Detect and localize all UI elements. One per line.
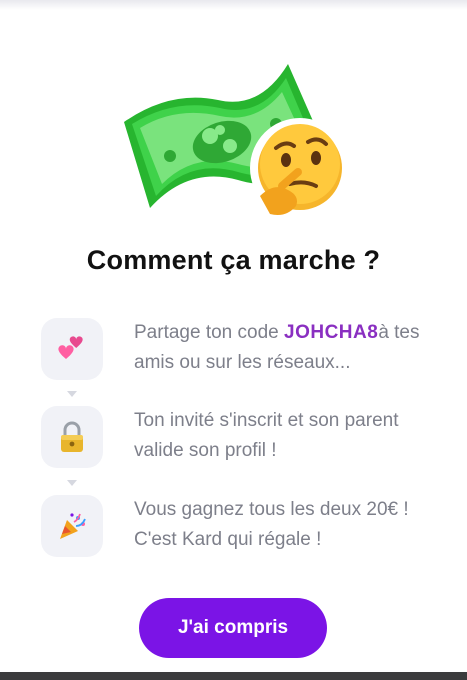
- step-text: Vous gagnez tous les deux 20€ ! C'est Ka…: [134, 499, 409, 550]
- modal-sheet: Comment ça marche ? Partage ton code JOH…: [0, 0, 467, 672]
- thinking-face-icon: [250, 118, 350, 218]
- bottom-bar: [0, 672, 467, 680]
- got-it-button[interactable]: J'ai compris: [139, 598, 327, 658]
- step-icon-bubble: [41, 495, 103, 557]
- top-shadow: [0, 0, 467, 10]
- step-icon-bubble: [41, 318, 103, 380]
- step-connector: [67, 480, 77, 486]
- padlock-icon: [61, 421, 83, 452]
- party-popper-icon: [60, 513, 86, 539]
- referral-code[interactable]: JOHCHA8: [284, 322, 378, 343]
- step-invite-signup: Ton invité s'inscrit et son parent valid…: [41, 406, 441, 470]
- step-text-before: Partage ton code: [134, 322, 284, 343]
- step-text: Ton invité s'inscrit et son parent valid…: [134, 410, 399, 461]
- step-text: Partage ton code JOHCHA8à tes amis ou su…: [134, 318, 434, 378]
- hero-illustration: [124, 64, 350, 218]
- step-connector: [67, 391, 77, 397]
- page-title: Comment ça marche ?: [86, 245, 381, 275]
- two-hearts-icon: [58, 336, 83, 359]
- step-icon-bubble: [41, 406, 103, 468]
- step-reward: Vous gagnez tous les deux 20€ ! C'est Ka…: [41, 495, 441, 559]
- step-share-code: Partage ton code JOHCHA8à tes amis ou su…: [41, 318, 441, 382]
